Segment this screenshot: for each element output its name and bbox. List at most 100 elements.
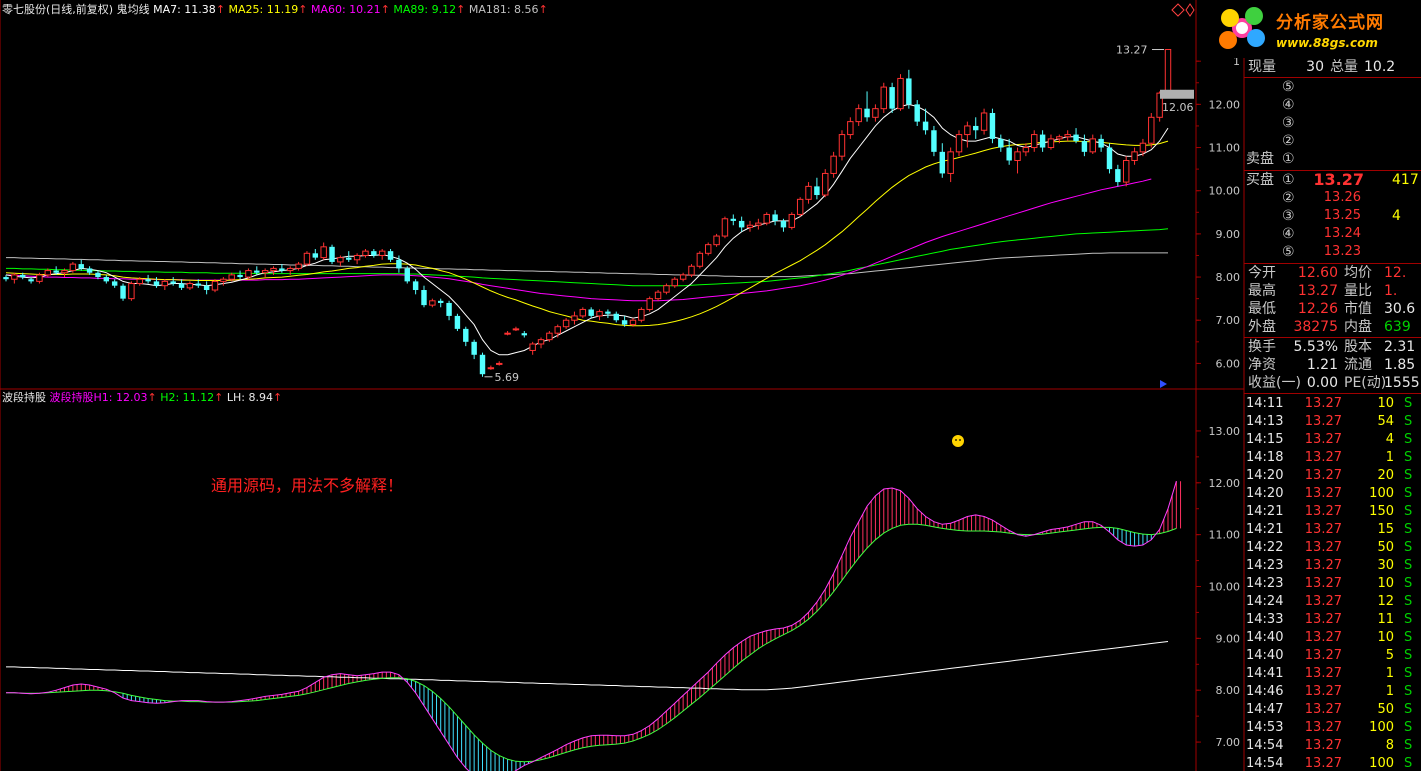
tick-row: 14:54 13.27 8 S [1244,737,1421,755]
sell-level-index: ② [1282,133,1295,149]
sell-level-row: ③ [1244,114,1421,132]
tick-row: 14:40 13.27 10 S [1244,629,1421,647]
sell-level-index: ① [1282,151,1295,167]
candle-body [496,362,503,365]
tick-volume: 5 [1385,648,1394,663]
tick-price: 13.27 [1304,684,1342,699]
quote-stat-row: 外盘 38275 内盘 639 [1244,318,1421,336]
stat-value: 12.26 [1297,301,1338,317]
candle-body [1115,169,1121,183]
candle-body [1047,138,1055,149]
logo-url[interactable]: www.88gs.com [1276,36,1378,50]
sell-level-index: ⑤ [1282,79,1295,95]
candle-body [922,121,929,131]
buy-level-row: 买盘 ① 13.27 417 [1244,171,1421,189]
stat-value: 13.27 [1297,283,1338,299]
quote-stat-row: 最高 13.27 量比 1. [1244,282,1421,300]
ma25-arrow-icon: ↑ [298,3,308,16]
candle-body [337,257,344,263]
candle-body [755,222,762,226]
candle-body [36,274,43,282]
candle-body [353,254,361,261]
candle-body [596,311,603,317]
candle-body [228,274,235,280]
tick-row: 14:20 13.27 20 S [1244,467,1421,485]
candle-body [964,125,971,136]
ma181-value: MA181: 8.56 [468,3,539,16]
buy-level-price: 13.23 [1323,244,1361,259]
candle-body [320,246,327,259]
h2-value: H2: 11.12 [160,391,215,404]
low-price-label: 5.69 [495,371,520,384]
ma60-arrow-icon: ↑ [380,3,390,16]
ma89-line [6,228,1169,287]
tick-volume: 1 [1385,666,1394,681]
stat-label: 今开 [1248,265,1276,281]
candle-body [763,213,770,224]
tick-time: 14:40 [1246,648,1284,663]
buy-level-index: ⑤ [1282,244,1295,260]
tick-time: 14:53 [1246,720,1284,735]
candle-body [1056,136,1063,140]
candle-body [303,252,311,265]
stat-label: 市值 [1344,301,1372,317]
candle-body [404,268,410,282]
tick-price: 13.27 [1304,612,1342,627]
ma181-arrow-icon: ↑ [538,3,548,16]
chart-canvas[interactable]: 6.007.008.009.0010.0011.0012.00113.275.6… [0,0,1421,771]
stat-label: 股本 [1344,339,1372,355]
candle-body [980,112,988,131]
candle-body [822,172,829,196]
indicator-axis-tick-label: 13.00 [1209,425,1241,438]
tick-time: 14:54 [1246,756,1284,771]
stat-label: 外盘 [1248,319,1276,335]
candle-body [20,274,26,278]
candle-body [1131,151,1138,161]
candle-body [504,332,511,335]
candle-body [170,281,176,284]
tick-side: S [1404,594,1413,609]
tick-price: 13.27 [1304,486,1342,501]
indicator-axis-tick-label: 7.00 [1216,736,1241,749]
candle-body [1073,134,1079,142]
candle-body [203,285,210,291]
stat-value: 30.6 [1384,301,1416,317]
candle-body [864,108,870,118]
candle-body [1031,134,1038,149]
tick-side: S [1404,612,1413,627]
tick-side: S [1404,468,1413,483]
indicator-name: 鬼均线 [116,3,150,16]
indicator-axis-tick-label: 12.00 [1209,477,1241,490]
price-axis-tick-label: 11.00 [1209,142,1241,155]
stat-value: 5.53% [1293,339,1338,355]
candle-body [646,298,653,310]
scroll-right-icon [1160,380,1167,388]
tick-side: S [1404,396,1413,411]
tick-side: S [1404,540,1413,555]
lh-arrow-icon: ↑ [272,391,283,404]
tick-time: 14:22 [1246,540,1284,555]
candle-body [44,270,52,276]
candle-body [429,300,436,306]
candle-body [446,302,452,316]
tick-volume: 11 [1377,612,1394,627]
diamond-icon [1171,3,1185,17]
tick-row: 14:23 13.27 30 S [1244,557,1421,575]
candle-body [1106,147,1113,170]
candle-body [521,333,528,336]
candle-body [621,320,628,325]
tick-price: 13.27 [1304,648,1342,663]
tick-row: 14:20 13.27 100 S [1244,485,1421,503]
candle-body [195,283,201,286]
tick-price: 13.27 [1304,504,1342,519]
tick-volume: 1 [1385,450,1394,465]
tick-time: 14:41 [1246,666,1284,681]
tick-side: S [1404,414,1413,429]
candle-body [61,270,68,274]
candle-body [1014,151,1021,161]
tick-side: S [1404,522,1413,537]
current-volume-value: 30 [1306,59,1324,75]
signal-face-eye [955,439,957,441]
tick-price: 13.27 [1304,540,1342,555]
tick-volume: 8 [1385,738,1394,753]
